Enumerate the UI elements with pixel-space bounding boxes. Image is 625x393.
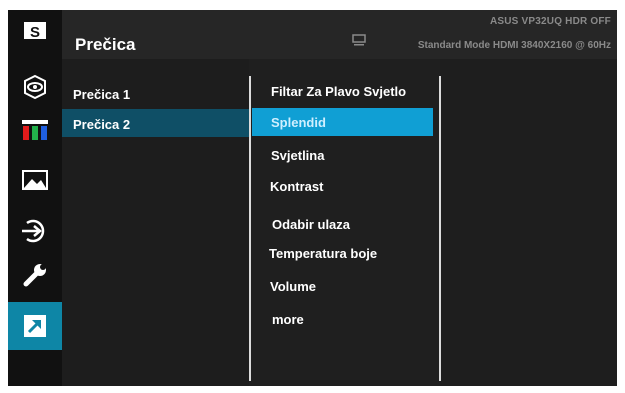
sidebar-item-shortcut[interactable] (8, 302, 62, 350)
sidebar-item-splendid[interactable]: S (8, 10, 62, 56)
wrench-icon (23, 264, 46, 287)
column-divider (439, 76, 441, 381)
menu-item-precica-2[interactable]: Prečica 2 (73, 117, 130, 132)
color-bars-icon (22, 120, 48, 140)
page-title: Prečica (75, 35, 136, 54)
landscape-image-icon (22, 170, 48, 190)
svg-text:S: S (30, 24, 40, 41)
menu-item-splendid[interactable]: Splendid (271, 115, 326, 130)
sidebar-item-system-setup[interactable] (8, 252, 62, 298)
model-status: ASUS VP32UQ HDR OFF (489, 16, 611, 27)
osd-header: Prečica ASUS VP32UQ HDR OFF Standard Mod… (62, 10, 617, 59)
input-arrow-icon (22, 219, 45, 243)
sidebar-item-input-select[interactable] (8, 208, 62, 254)
menu-item-contrast[interactable]: Kontrast (270, 179, 323, 194)
sidebar: S (8, 10, 62, 386)
menu-item-precica-1[interactable]: Prečica 1 (73, 87, 130, 102)
column-divider (249, 76, 251, 381)
shortcut-arrow-icon (24, 315, 46, 337)
eye-icon (24, 74, 46, 100)
menu-item-blue-light-filter[interactable]: Filtar Za Plavo Svjetlo (271, 84, 406, 99)
menu-item-brightness[interactable]: Svjetlina (271, 148, 324, 163)
sidebar-item-image[interactable] (8, 157, 62, 203)
sidebar-item-blue-light-filter[interactable] (8, 64, 62, 110)
menu-item-volume[interactable]: Volume (270, 279, 316, 294)
s-box-icon: S (24, 22, 46, 44)
menu-column-3 (440, 59, 617, 386)
menu-item-more[interactable]: more (272, 312, 304, 327)
mode-status: Standard Mode HDMI 3840X2160 @ 60Hz (417, 40, 611, 51)
menu-item-input-select[interactable]: Odabir ulaza (272, 217, 350, 232)
menu-item-color-temperature[interactable]: Temperatura boje (269, 246, 377, 261)
sidebar-item-color[interactable] (8, 108, 62, 154)
monitor-icon (352, 34, 366, 46)
